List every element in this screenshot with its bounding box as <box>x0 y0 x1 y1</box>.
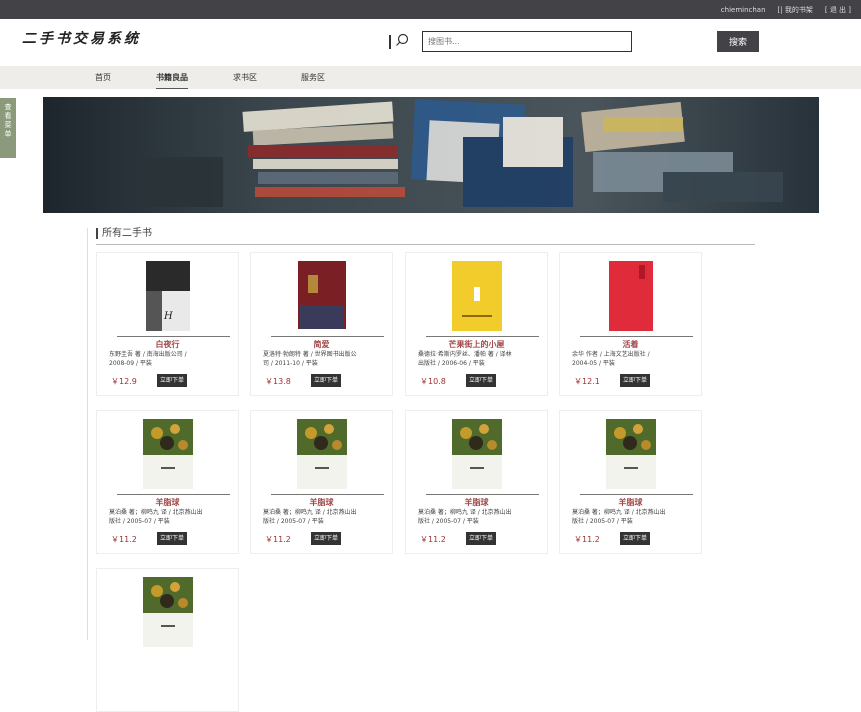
nav-item-service[interactable]: 服务区 <box>301 66 325 89</box>
order-now-button[interactable]: 立即下单 <box>620 532 651 545</box>
order-now-button[interactable]: 立即下单 <box>157 532 188 545</box>
book-meta: 莫泊桑 著；柳鸣九 译 / 北京燕山出版社 / 2005-07 / 平装 <box>418 509 512 525</box>
section-title: 所有二手书 <box>96 228 152 239</box>
book-cover-image[interactable]: H <box>145 261 190 335</box>
book-card[interactable]: 简爱 夏洛特·勃朗特 著 / 世界图书出版公司 / 2011-10 / 平装 ￥13… <box>250 252 393 396</box>
book-title[interactable]: 白夜行 <box>97 339 238 350</box>
search-button[interactable]: 搜索 <box>717 31 759 52</box>
book-cover-image[interactable] <box>297 261 346 333</box>
username-link[interactable]: chieminchan <box>721 6 766 14</box>
view-menu-tab[interactable]: 查看菜单 <box>0 98 16 158</box>
section-divider <box>96 244 755 245</box>
view-menu-label: 查看菜单 <box>4 103 12 138</box>
book-title[interactable]: 简爱 <box>251 339 392 350</box>
book-cover-image[interactable] <box>451 419 502 493</box>
card-divider <box>271 336 384 337</box>
book-price: ￥11.2 <box>111 535 137 544</box>
order-now-button[interactable]: 立即下单 <box>311 374 342 387</box>
top-bar: chieminchan [| 我的书架 [ 退 出 ] <box>0 0 861 19</box>
nav-item-good-books[interactable]: 书籍良品 <box>156 66 188 89</box>
logout-link[interactable]: [ 退 出 ] <box>825 5 851 15</box>
book-card[interactable]: 芒果街上的小屋 桑德拉·希斯内罗丝、潘帕 著 / 译林出版社 / 2006-06 … <box>405 252 548 396</box>
book-meta: 莫泊桑 著；柳鸣九 译 / 北京燕山出版社 / 2005-07 / 平装 <box>109 509 203 525</box>
book-meta: 东野圭吾 著 / 南海出版公司 / 2008-09 / 平装 <box>109 351 187 367</box>
book-card[interactable]: 羊脂球 莫泊桑 著；柳鸣九 译 / 北京燕山出版社 / 2005-07 / 平装 ￥… <box>250 410 393 554</box>
book-title[interactable]: 芒果街上的小屋 <box>406 339 547 350</box>
book-title[interactable]: 活着 <box>560 339 701 350</box>
site-logo[interactable]: 二手书交易系统 <box>22 28 141 48</box>
book-card[interactable]: H 白夜行 东野圭吾 著 / 南海出版公司 / 2008-09 / 平装 ￥12.9 立… <box>96 252 239 396</box>
book-price: ￥11.2 <box>265 535 291 544</box>
book-card[interactable] <box>96 568 239 712</box>
book-card[interactable]: 活着 余华 作者 / 上海文艺出版社 / 2004-05 / 平装 ￥12.1 立即下… <box>559 252 702 396</box>
book-meta: 莫泊桑 著；柳鸣九 译 / 北京燕山出版社 / 2005-07 / 平装 <box>572 509 666 525</box>
book-cover-image[interactable] <box>605 419 656 493</box>
book-cover-image[interactable] <box>142 419 193 493</box>
books-banner-image <box>43 97 819 213</box>
svg-text:H: H <box>163 311 173 322</box>
content-rule <box>87 228 88 640</box>
book-cover-image[interactable] <box>296 419 347 493</box>
book-cover-image[interactable] <box>451 261 502 335</box>
nav-item-book-request[interactable]: 求书区 <box>233 66 257 89</box>
my-bookshelf-link[interactable]: [| 我的书架 <box>778 5 813 15</box>
card-divider <box>580 494 693 495</box>
book-title[interactable]: 羊脂球 <box>251 497 392 508</box>
book-price: ￥13.8 <box>265 377 291 386</box>
book-card[interactable]: 羊脂球 莫泊桑 著；柳鸣九 译 / 北京燕山出版社 / 2005-07 / 平装 ￥… <box>559 410 702 554</box>
book-meta: 莫泊桑 著；柳鸣九 译 / 北京燕山出版社 / 2005-07 / 平装 <box>263 509 357 525</box>
card-divider <box>117 336 230 337</box>
order-now-button[interactable]: 立即下单 <box>466 532 497 545</box>
book-price: ￥12.1 <box>574 377 600 386</box>
nav-item-home[interactable]: 首页 <box>95 66 111 89</box>
book-cover-image[interactable] <box>608 261 653 335</box>
order-now-button[interactable]: 立即下单 <box>311 532 342 545</box>
hero-banner <box>43 97 819 213</box>
book-card[interactable]: 羊脂球 莫泊桑 著；柳鸣九 译 / 北京燕山出版社 / 2005-07 / 平装 ￥… <box>405 410 548 554</box>
main-nav: 首页 书籍良品 求书区 服务区 <box>0 66 861 89</box>
order-now-button[interactable]: 立即下单 <box>466 374 497 387</box>
search-divider <box>389 35 391 49</box>
book-price: ￥10.8 <box>420 377 446 386</box>
book-price: ￥11.2 <box>420 535 446 544</box>
order-now-button[interactable]: 立即下单 <box>157 374 188 387</box>
card-divider <box>426 336 539 337</box>
book-title[interactable]: 羊脂球 <box>560 497 701 508</box>
card-divider <box>426 494 539 495</box>
book-meta: 桑德拉·希斯内罗丝、潘帕 著 / 译林出版社 / 2006-06 / 平装 <box>418 351 512 367</box>
book-meta: 余华 作者 / 上海文艺出版社 / 2004-05 / 平装 <box>572 351 650 367</box>
book-title[interactable]: 羊脂球 <box>97 497 238 508</box>
order-now-button[interactable]: 立即下单 <box>620 374 651 387</box>
card-divider <box>117 494 230 495</box>
search-input[interactable] <box>422 31 632 52</box>
book-meta: 夏洛特·勃朗特 著 / 世界图书出版公司 / 2011-10 / 平装 <box>263 351 357 367</box>
book-title[interactable]: 羊脂球 <box>406 497 547 508</box>
header: 二手书交易系统 搜索 <box>0 19 861 66</box>
search-icon[interactable] <box>395 33 409 47</box>
book-price: ￥12.9 <box>111 377 137 386</box>
card-divider <box>580 336 693 337</box>
book-price: ￥11.2 <box>574 535 600 544</box>
card-divider <box>271 494 384 495</box>
book-card[interactable]: 羊脂球 莫泊桑 著；柳鸣九 译 / 北京燕山出版社 / 2005-07 / 平装 ￥… <box>96 410 239 554</box>
